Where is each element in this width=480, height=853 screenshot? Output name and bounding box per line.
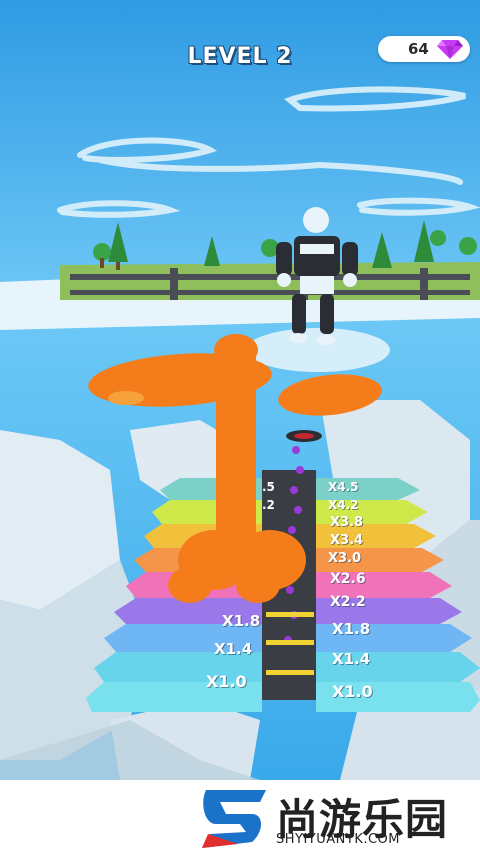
multiplier-label-right: X3.4: [330, 533, 364, 548]
multiplier-label-right: X1.8: [332, 620, 371, 638]
watermark-domain-text: SHYIYUANYK.COM: [276, 832, 400, 847]
multiplier-label-right: X2.6: [330, 571, 366, 587]
gem-count: 64: [408, 40, 429, 58]
multiplier-label-left: .5: [262, 480, 275, 494]
multiplier-label-left: X1.4: [214, 640, 253, 658]
multiplier-label-right: X2.2: [330, 594, 366, 610]
multiplier-label-right: X3.0: [328, 551, 362, 566]
gem-counter: 64: [378, 36, 470, 62]
multiplier-label-left: .2: [262, 498, 275, 512]
multiplier-label-right: X3.8: [330, 515, 364, 530]
multiplier-label-right: X1.0: [332, 682, 373, 701]
diamond-icon: [437, 40, 463, 59]
multiplier-label-left: X1.8: [222, 612, 261, 630]
multiplier-label-right: X4.5: [328, 480, 359, 494]
watermark-logo: [202, 790, 266, 848]
multiplier-label-right: X4.2: [328, 498, 359, 512]
game-scene: [0, 0, 480, 780]
multiplier-label-right: X1.4: [332, 650, 371, 668]
multiplier-label-left: X1.0: [206, 672, 247, 691]
robot-platform: [246, 328, 390, 372]
